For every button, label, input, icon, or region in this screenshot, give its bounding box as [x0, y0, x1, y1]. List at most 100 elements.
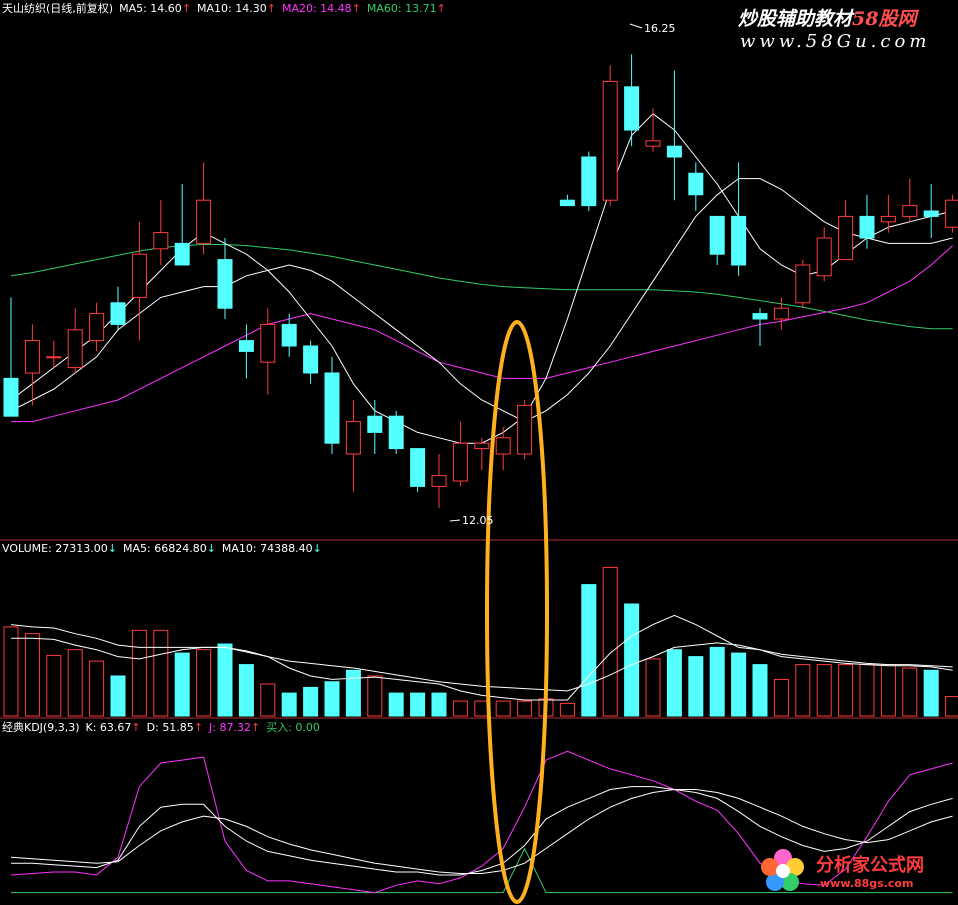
candle-body	[945, 199, 958, 228]
candle-body	[131, 253, 147, 298]
candle-body	[517, 404, 533, 455]
volume-bar	[345, 669, 361, 717]
candle-body	[196, 199, 212, 244]
candle-body	[923, 210, 939, 217]
volume-bar	[495, 700, 511, 717]
ma60-label: MA60: 13.71	[366, 2, 437, 15]
candle-body	[67, 329, 83, 369]
volume-bar	[388, 692, 404, 717]
ma10-line	[10, 178, 953, 423]
low-price-pointer	[449, 519, 461, 522]
kdj-panel	[10, 750, 953, 894]
highlight-ellipse	[485, 320, 549, 904]
ma5-line	[10, 113, 953, 444]
candle-body	[752, 313, 768, 320]
volume-bar	[752, 664, 768, 717]
ma20-label: MA20: 14.48	[281, 2, 352, 15]
candle-body	[238, 340, 254, 352]
candle-body	[217, 259, 233, 309]
low-price-label: 12.05	[462, 514, 494, 527]
watermark-top-title-a: 炒股辅助教材	[738, 8, 853, 30]
candle-body	[153, 232, 169, 250]
volume-bar	[645, 658, 661, 717]
volume-bar	[666, 649, 682, 717]
ma20-arrow-icon: ↑	[351, 2, 361, 15]
candle-body	[303, 345, 319, 374]
volume-bar	[773, 678, 789, 717]
high-price-label: 16.25	[644, 22, 676, 35]
watermark-top-url: www.58Gu.com	[740, 31, 931, 52]
watermark-top: 炒股辅助教材58股网 www.58Gu.com	[738, 4, 930, 52]
watermark-bottom-title: 分析家公式网	[816, 855, 924, 876]
kdj-header: 经典KDJ(9,3,3) K: 63.67↑ D: 51.85↑ J: 87.32↑ 买…	[2, 721, 326, 735]
watermark-top-title: 炒股辅助教材58股网	[738, 4, 930, 31]
ma5-label: MA5: 14.60	[119, 2, 182, 15]
candle-body	[666, 145, 682, 158]
candle-body	[795, 264, 811, 304]
volume-bar	[24, 633, 40, 717]
volume-bar	[624, 603, 640, 717]
candle-body	[838, 215, 854, 261]
volume-bar	[238, 664, 254, 717]
volume-ma5-arrow-icon: ↓	[206, 542, 216, 555]
kdj-j-line	[10, 750, 953, 894]
candle-body	[581, 156, 597, 207]
volume-bar	[89, 660, 105, 717]
candle-body	[452, 442, 468, 482]
volume-bar	[902, 667, 918, 717]
volume-panel	[3, 566, 958, 717]
ma10-arrow-icon: ↑	[266, 2, 276, 15]
volume-bar	[452, 700, 468, 717]
volume-bar	[945, 696, 958, 717]
candle-body	[345, 421, 361, 455]
candle-body	[474, 442, 490, 450]
candle-body	[731, 215, 747, 266]
volume-bar	[303, 686, 319, 717]
volume-bar	[559, 702, 575, 717]
candle-body	[388, 415, 404, 450]
kdj-j-arrow-icon: ↑	[250, 721, 261, 734]
ma20-line	[11, 245, 953, 423]
volume-ma10-line	[10, 624, 953, 692]
volume-bar	[3, 626, 19, 717]
volume-bar	[581, 584, 597, 717]
ma60-line	[10, 244, 953, 330]
volume-bar	[709, 646, 725, 717]
candle-body	[431, 475, 447, 487]
candle-body	[174, 242, 190, 266]
candle-body	[495, 437, 511, 455]
candle-body	[3, 377, 19, 417]
stock-title: 天山纺织(日线,前复权)	[2, 2, 114, 15]
volume-bar	[324, 681, 340, 717]
candle-body	[260, 323, 276, 363]
volume-bar	[260, 683, 276, 717]
volume-bar	[795, 664, 811, 717]
candle-body	[46, 356, 62, 359]
volume-bar	[410, 692, 426, 717]
candle-body	[602, 80, 618, 201]
kdj-k-line	[11, 786, 953, 876]
candle-body	[645, 140, 661, 147]
volume-header: VOLUME: 27313.00↓ MA5: 66824.80↓ MA10: 743…	[2, 542, 328, 556]
volume-bar	[602, 566, 618, 717]
price-header: 天山纺织(日线,前复权) MA5: 14.60↑ MA10: 14.30↑ MA20:…	[2, 2, 452, 16]
candle-body	[559, 199, 575, 207]
candle-body	[281, 323, 297, 347]
price-panel	[3, 54, 958, 508]
candle-body	[902, 205, 918, 217]
volume-bar	[517, 700, 533, 717]
candle-body	[89, 313, 105, 342]
volume-bar	[431, 692, 447, 717]
ma60-arrow-icon: ↑	[436, 2, 446, 15]
kdj-k-label: K: 63.67	[85, 721, 132, 734]
high-price-pointer	[629, 23, 643, 29]
kdj-k-arrow-icon: ↑	[131, 721, 141, 734]
volume-ma5-label: MA5: 66824.80	[122, 542, 207, 555]
candle-body	[773, 307, 789, 320]
volume-bar	[816, 664, 832, 717]
stock-chart: 16.25 12.05	[0, 22, 958, 904]
volume-bar	[196, 649, 212, 717]
candle-body	[709, 215, 725, 255]
watermark-top-title-b: 58股网	[852, 8, 917, 30]
kdj-d-arrow-icon: ↑	[193, 721, 204, 734]
